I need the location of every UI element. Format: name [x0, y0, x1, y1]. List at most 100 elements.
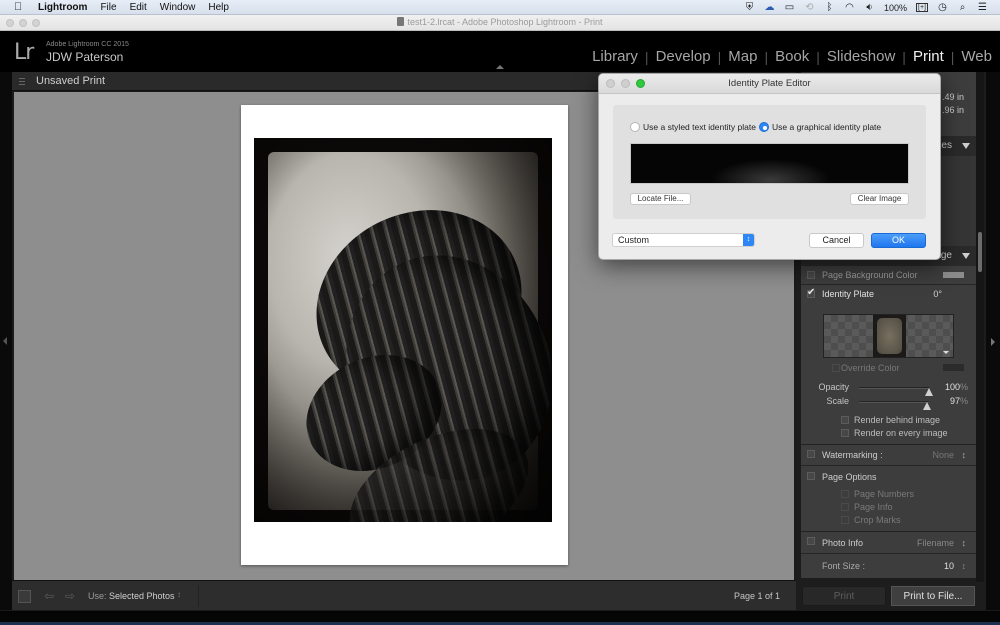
module-web[interactable]: Web	[961, 48, 992, 65]
shield-icon[interactable]: ⛨	[744, 2, 755, 13]
radio-button-selected[interactable]	[759, 122, 769, 132]
module-book[interactable]: Book	[775, 48, 809, 65]
bluetooth-icon[interactable]: ᛒ	[824, 2, 835, 13]
print-to-file-button[interactable]: Print to File...	[891, 586, 975, 606]
use-label: Use:	[88, 591, 107, 601]
next-page-icon[interactable]: ⇨	[65, 590, 79, 602]
watermark-selector[interactable]: None	[932, 450, 954, 460]
macos-menu-bar:  Lightroom File Edit Window Help ⛨ ☁ ▭ …	[0, 0, 1000, 15]
clock-icon[interactable]: ◷	[937, 2, 948, 13]
module-print[interactable]: Print	[913, 48, 944, 65]
scrollbar-thumb[interactable]	[978, 232, 982, 272]
module-library[interactable]: Library	[592, 48, 638, 65]
use-selector-arrows-icon[interactable]: ↕	[177, 590, 181, 599]
page-background-color-checkbox[interactable]	[807, 271, 815, 279]
battery-percent[interactable]: 100%	[884, 3, 907, 13]
list-icon[interactable]: ☰	[977, 2, 988, 13]
photo-info-selector-arrows-icon[interactable]: ↕	[962, 538, 967, 548]
cancel-button[interactable]: Cancel	[809, 233, 864, 248]
volume-icon[interactable]: 🔉︎	[864, 2, 875, 13]
grip-icon[interactable]	[19, 78, 25, 85]
render-on-every-image-checkbox[interactable]	[841, 429, 849, 437]
print-toolbar: ⇦ ⇨ Use: Selected Photos ↕ Page 1 of 1	[12, 580, 796, 610]
crop-marks-checkbox[interactable]	[841, 516, 849, 524]
opacity-slider-track[interactable]	[859, 387, 933, 396]
photo-info-checkbox[interactable]	[807, 537, 815, 545]
scale-slider-track[interactable]	[859, 401, 931, 410]
right-panel-scrollbar[interactable]	[976, 72, 984, 582]
menu-edit[interactable]: Edit	[130, 2, 147, 13]
partial-dimension-value: .96 in	[941, 105, 964, 115]
battery-icon[interactable]: [+]	[916, 3, 928, 12]
expand-left-panel-icon[interactable]	[3, 337, 7, 345]
identity-plate-angle[interactable]: 0°	[933, 289, 942, 299]
menu-window[interactable]: Window	[160, 2, 196, 13]
module-map[interactable]: Map	[728, 48, 757, 65]
print-button[interactable]: Print	[802, 586, 886, 606]
print-photo[interactable]	[254, 138, 552, 522]
opacity-value[interactable]: 100	[945, 382, 960, 392]
scale-label: Scale	[826, 396, 849, 406]
scale-slider-handle[interactable]	[922, 402, 931, 410]
render-behind-image-checkbox[interactable]	[841, 416, 849, 424]
menu-file[interactable]: File	[100, 2, 116, 13]
identity-plate-thumbnail	[873, 315, 906, 357]
search-icon[interactable]: ⌕	[957, 2, 968, 13]
module-separator: |	[717, 48, 722, 65]
module-separator: |	[950, 48, 955, 65]
collapse-top-panel-icon[interactable]	[496, 65, 504, 69]
page-options-checkbox[interactable]	[807, 472, 815, 480]
use-selector[interactable]: Selected Photos	[109, 591, 175, 601]
scale-unit: %	[959, 396, 968, 406]
render-behind-image-row: Render behind image	[801, 414, 976, 427]
collapse-right-panel-icon[interactable]	[991, 338, 995, 346]
styled-text-radio[interactable]: Use a styled text identity plate	[630, 122, 756, 132]
watermark-selector-arrows-icon[interactable]: ↕	[962, 450, 967, 460]
identity-plate-image-well[interactable]	[630, 143, 909, 184]
module-picker: Library | Develop | Map | Book | Slidesh…	[592, 48, 992, 65]
ok-button[interactable]: OK	[871, 233, 926, 248]
module-develop[interactable]: Develop	[656, 48, 711, 65]
identity-plate-preview[interactable]	[823, 314, 954, 358]
page-numbers-checkbox[interactable]	[841, 490, 849, 498]
photo-info-row: Photo Info Filename ↕	[801, 532, 976, 554]
airplay-icon[interactable]: ▭	[784, 2, 795, 13]
dialog-title: Identity Plate Editor	[728, 78, 811, 89]
preset-stepper-icon[interactable]: ↕	[743, 234, 754, 246]
page-options-label: Page Options	[822, 472, 877, 482]
menu-help[interactable]: Help	[208, 2, 229, 13]
page-options-row: Page Options	[801, 467, 976, 487]
photo-info-selector[interactable]: Filename	[917, 538, 954, 548]
watermarking-checkbox[interactable]	[807, 450, 815, 458]
clear-image-button[interactable]: Clear Image	[850, 193, 909, 205]
override-color-checkbox[interactable]	[832, 364, 840, 372]
font-size-arrows-icon[interactable]: ↕	[962, 561, 967, 571]
section-expand-icon[interactable]	[962, 143, 970, 149]
graphical-radio[interactable]: Use a graphical identity plate	[759, 122, 881, 132]
view-toggle-button[interactable]	[18, 590, 31, 603]
module-slideshow[interactable]: Slideshow	[827, 48, 895, 65]
menu-app-lightroom[interactable]: Lightroom	[38, 2, 87, 13]
identity-plate-dropdown-icon[interactable]	[943, 351, 949, 354]
toolbar-divider	[198, 585, 199, 607]
locate-file-button[interactable]: Locate File...	[630, 193, 691, 205]
apple-menu-icon[interactable]: 	[14, 1, 28, 13]
page-background-color-swatch[interactable]	[943, 272, 964, 278]
override-color-swatch[interactable]	[943, 364, 964, 371]
cloud-icon[interactable]: ☁	[764, 2, 775, 13]
time-machine-icon[interactable]: ⟲	[804, 2, 815, 13]
page-info-checkbox[interactable]	[841, 503, 849, 511]
radio-button[interactable]	[630, 122, 640, 132]
previous-page-icon[interactable]: ⇦	[44, 590, 58, 602]
wifi-icon[interactable]: ◠	[844, 2, 855, 13]
filmstrip-collapsed	[0, 610, 1000, 625]
scale-value[interactable]: 97	[950, 396, 960, 406]
page-info-row: Page Info	[801, 501, 976, 514]
module-separator: |	[816, 48, 820, 65]
identity-plate-checkbox[interactable]	[807, 287, 815, 298]
opacity-label: Opacity	[818, 382, 849, 392]
preset-select[interactable]: Custom ↕	[612, 233, 755, 247]
graphical-radio-label: Use a graphical identity plate	[772, 122, 882, 132]
font-size-value[interactable]: 10	[944, 561, 954, 571]
section-expand-icon[interactable]	[962, 253, 970, 259]
